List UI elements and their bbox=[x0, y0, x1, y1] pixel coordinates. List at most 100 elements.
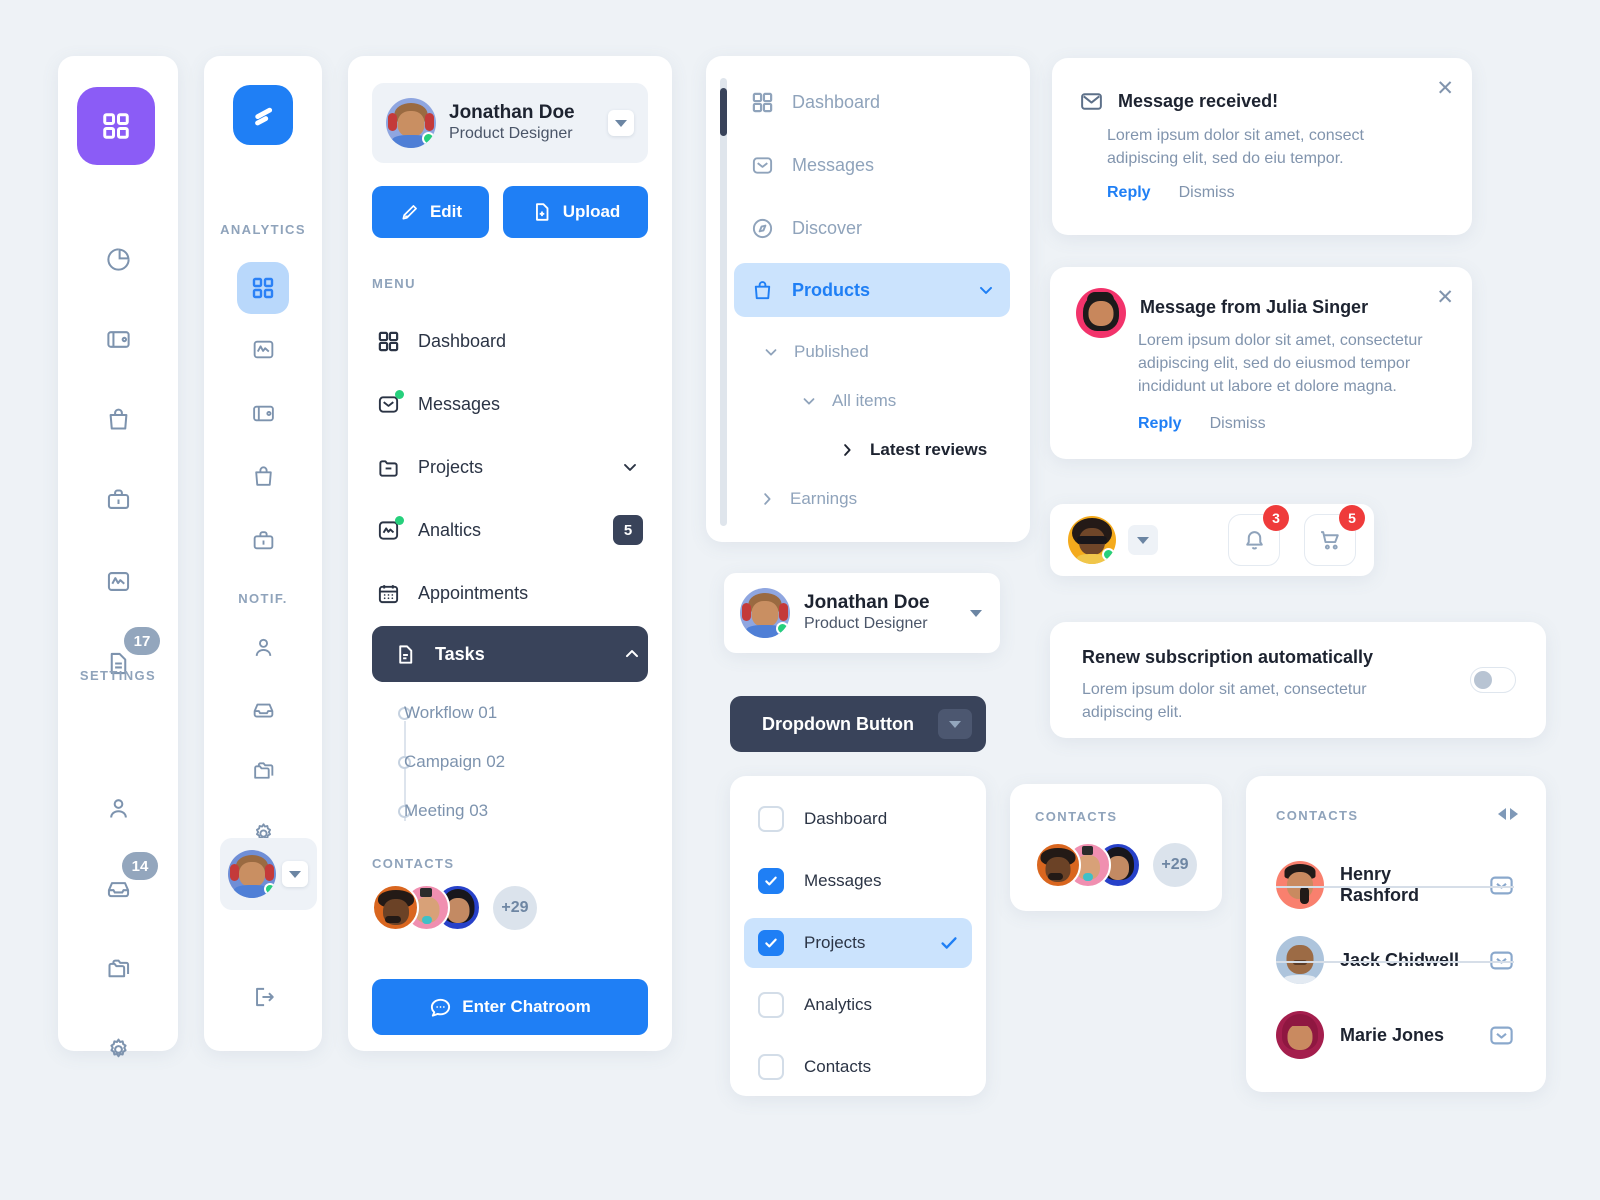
analytics-item-products[interactable] bbox=[204, 460, 322, 492]
sidebar-logo-tile[interactable] bbox=[77, 87, 155, 165]
file-plus-icon bbox=[531, 201, 553, 223]
renew-subscription-toggle[interactable] bbox=[1470, 667, 1516, 693]
analytics-item-dashboard[interactable] bbox=[237, 262, 289, 314]
avatar bbox=[1076, 288, 1126, 338]
dismiss-link[interactable]: Dismiss bbox=[1179, 184, 1235, 202]
tree-item-dashboard[interactable]: Dashboard bbox=[734, 80, 1010, 124]
contact-row[interactable]: Jack Chidwell bbox=[1276, 923, 1516, 997]
bag-icon bbox=[251, 464, 276, 489]
contacts-mini-stack[interactable]: +29 bbox=[1035, 842, 1197, 888]
sidebar-item-user[interactable] bbox=[58, 791, 178, 825]
menu-item-appointments[interactable]: Appointments bbox=[372, 570, 648, 616]
analytics-user-caret[interactable] bbox=[282, 861, 308, 887]
avatar[interactable] bbox=[372, 884, 419, 931]
chevron-down-icon[interactable] bbox=[620, 457, 640, 477]
caret-right-icon[interactable] bbox=[1510, 808, 1518, 820]
checkbox[interactable] bbox=[758, 806, 784, 832]
sidebar-item-folders[interactable] bbox=[58, 952, 178, 986]
dropdown-button[interactable]: Dropdown Button bbox=[730, 696, 986, 752]
tree-item-products[interactable]: Products bbox=[734, 263, 1010, 317]
checkbox[interactable] bbox=[758, 930, 784, 956]
contacts-avatar-stack[interactable]: +29 bbox=[372, 884, 537, 931]
reply-link[interactable]: Reply bbox=[1138, 415, 1182, 433]
caret-down-icon[interactable] bbox=[970, 609, 982, 617]
checkbox[interactable] bbox=[758, 1054, 784, 1080]
contact-row[interactable]: Marie Jones bbox=[1276, 998, 1516, 1072]
notifications-button[interactable]: 3 bbox=[1228, 505, 1289, 566]
tree-subitem-all-items[interactable]: All items bbox=[800, 383, 896, 419]
edit-button[interactable]: Edit bbox=[372, 186, 489, 238]
chevron-up-icon[interactable] bbox=[622, 644, 642, 664]
checkbox-row-projects[interactable]: Projects bbox=[744, 918, 972, 968]
menu-item-badge: 5 bbox=[613, 515, 643, 545]
analytics-notif-folders[interactable] bbox=[204, 755, 322, 787]
caret-left-icon[interactable] bbox=[1498, 808, 1506, 820]
chevron-down-icon[interactable] bbox=[976, 280, 996, 300]
enter-chatroom-button[interactable]: Enter Chatroom bbox=[372, 979, 648, 1035]
analytics-title: ANALYTICS bbox=[220, 222, 306, 237]
sidebar-item-products[interactable] bbox=[58, 402, 178, 436]
reply-link[interactable]: Reply bbox=[1107, 184, 1151, 202]
message-contact-button[interactable] bbox=[1486, 1020, 1516, 1050]
analytics-item-wallet[interactable] bbox=[204, 397, 322, 429]
tree-item-discover[interactable]: Discover bbox=[734, 206, 1010, 250]
avatar[interactable] bbox=[1035, 842, 1081, 888]
cart-button[interactable]: 5 bbox=[1304, 505, 1365, 566]
sidebar-item-inbox[interactable] bbox=[58, 871, 178, 905]
analytics-notif-user[interactable] bbox=[204, 631, 322, 663]
sidebar-item-wallet[interactable] bbox=[58, 322, 178, 356]
upload-button[interactable]: Upload bbox=[503, 186, 648, 238]
analytics-user-box[interactable] bbox=[220, 838, 317, 910]
contact-row[interactable]: Henry Rashford bbox=[1276, 848, 1516, 922]
checkbox-row-contacts[interactable]: Contacts bbox=[744, 1042, 972, 1092]
dropdown-button-label: Dropdown Button bbox=[762, 713, 914, 734]
profile-dropdown-card[interactable]: Jonathan Doe Product Designer bbox=[724, 573, 1000, 653]
contacts-nav[interactable] bbox=[1498, 808, 1518, 820]
analytics-item-activity[interactable] bbox=[204, 333, 322, 365]
tree-subitem-published[interactable]: Published bbox=[762, 334, 869, 370]
message-contact-button[interactable] bbox=[1486, 945, 1516, 975]
tree-item-messages[interactable]: Messages bbox=[734, 143, 1010, 187]
menu-item-dashboard[interactable]: Dashboard bbox=[372, 318, 648, 364]
tree-subitem-label: Latest reviews bbox=[870, 440, 988, 459]
submenu-item-workflow[interactable]: Workflow 01 bbox=[404, 703, 497, 723]
analytics-logout[interactable] bbox=[204, 981, 322, 1013]
submenu-item-campaign[interactable]: Campaign 02 bbox=[404, 752, 505, 772]
profile-caret-button[interactable] bbox=[608, 110, 634, 136]
close-icon[interactable]: ✕ bbox=[1436, 287, 1454, 308]
contacts-more-badge[interactable]: +29 bbox=[493, 885, 537, 930]
menu-item-messages[interactable]: Messages bbox=[372, 381, 648, 427]
close-icon[interactable]: ✕ bbox=[1436, 78, 1454, 99]
dismiss-link[interactable]: Dismiss bbox=[1210, 415, 1266, 433]
scrollbar-thumb[interactable] bbox=[720, 88, 727, 136]
tree-item-label: Discover bbox=[792, 217, 863, 238]
menu-item-projects[interactable]: Projects bbox=[372, 444, 648, 490]
dropdown-button-caret[interactable] bbox=[938, 709, 972, 739]
sidebar-item-analytics[interactable] bbox=[58, 242, 178, 276]
checkbox-row-dashboard[interactable]: Dashboard bbox=[744, 794, 972, 844]
inbox-icon bbox=[251, 697, 276, 722]
app-logo-icon[interactable] bbox=[233, 85, 293, 145]
analytics-notif-inbox[interactable] bbox=[204, 693, 322, 725]
sidebar-item-settings[interactable] bbox=[58, 1032, 178, 1066]
divider bbox=[1276, 886, 1514, 888]
contacts-mini-more[interactable]: +29 bbox=[1153, 843, 1197, 887]
sidebar-item-activity[interactable] bbox=[58, 564, 178, 598]
sidebar-item-briefcase[interactable] bbox=[58, 482, 178, 516]
tree-subitem-earnings[interactable]: Earnings bbox=[758, 481, 857, 517]
scrollbar[interactable] bbox=[720, 78, 727, 526]
analytics-item-briefcase[interactable] bbox=[204, 524, 322, 556]
menu-item-analytics[interactable]: Analtics 5 bbox=[372, 507, 648, 553]
toolbar-user-caret[interactable] bbox=[1128, 525, 1158, 555]
submenu-item-meeting[interactable]: Meeting 03 bbox=[404, 801, 488, 821]
tree-subitem-latest-reviews[interactable]: Latest reviews bbox=[838, 432, 987, 468]
avatar[interactable] bbox=[1068, 516, 1116, 564]
checkbox-label: Messages bbox=[804, 871, 882, 890]
checkbox-row-messages[interactable]: Messages bbox=[744, 856, 972, 906]
checkbox[interactable] bbox=[758, 868, 784, 894]
menu-item-tasks[interactable]: Tasks bbox=[372, 626, 648, 682]
profile-card[interactable]: Jonathan Doe Product Designer bbox=[372, 83, 648, 163]
message-contact-button[interactable] bbox=[1486, 870, 1516, 900]
checkbox-row-analytics[interactable]: Analytics bbox=[744, 980, 972, 1030]
checkbox[interactable] bbox=[758, 992, 784, 1018]
